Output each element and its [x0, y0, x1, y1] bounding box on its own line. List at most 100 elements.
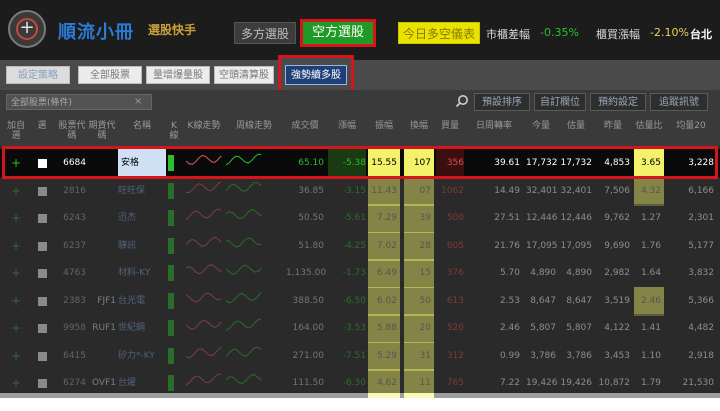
today-volume: 19,426	[526, 378, 558, 388]
checkbox-box[interactable]	[38, 324, 47, 333]
column-header-4[interactable]: 名稱	[118, 121, 166, 131]
preset-settings-button[interactable]: 預約設定	[590, 93, 646, 111]
column-header-16[interactable]: 昨量	[596, 121, 630, 131]
column-header-2[interactable]: 股票代碼	[58, 121, 86, 141]
candle-icon	[168, 320, 174, 336]
candle-icon	[168, 265, 174, 281]
today-dashboard-button[interactable]: 今日多空儀表	[398, 22, 480, 44]
add-watchlist-button[interactable]: +	[6, 204, 26, 233]
buy-volume-value: 520	[446, 323, 464, 333]
stock-name: 材料-KY	[118, 268, 151, 278]
add-watchlist-button[interactable]: +	[6, 232, 26, 261]
add-watchlist-button[interactable]: +	[6, 314, 26, 343]
column-header-18[interactable]: 均量20	[668, 121, 714, 131]
table-row[interactable]: +6415 矽力*-KY 271.00 -7.51 5.29 31 312 0.99 3,786…	[0, 341, 720, 371]
long-stock-button[interactable]: 多方選股	[234, 22, 296, 44]
row-checkbox[interactable]	[32, 287, 52, 316]
kline-trend-spark	[185, 204, 222, 233]
table-row[interactable]: +2383 FJF1 台光電 388.50 -6.50 6.02 50 613 2.53 8,64…	[0, 286, 720, 316]
column-header-14[interactable]: 今量	[526, 121, 556, 131]
checkbox-box[interactable]	[38, 214, 47, 223]
price-value: 51.80	[298, 240, 324, 251]
column-header-6[interactable]: K線走勢	[186, 121, 222, 131]
short-stock-button[interactable]: 空方選股	[303, 22, 373, 44]
estimate-ratio: 2.46	[634, 286, 664, 316]
otc-change-value: -2.10%	[650, 26, 689, 39]
column-header-7[interactable]: 周線走勢	[226, 121, 282, 131]
today-volume: 17,095	[526, 240, 558, 251]
tab-strategy-setting[interactable]: 設定策略	[6, 66, 70, 84]
column-header-0[interactable]: 加自選	[6, 121, 26, 141]
row-checkbox[interactable]	[32, 232, 52, 261]
tab-short-clear[interactable]: 空頭清算股	[214, 66, 274, 84]
price-value: 111.50	[292, 378, 325, 388]
table-row[interactable]: +9958 RUF1 世紀鋼 164.00 -3.53 5.88 20 520 2.46 5,80…	[0, 314, 720, 343]
column-header-15[interactable]: 估量	[560, 121, 592, 131]
amplitude-value: 6.02	[368, 286, 400, 316]
daily-turnover-rate: 2.53	[499, 295, 520, 306]
tab-all-stocks[interactable]: 全部股票	[78, 66, 142, 84]
column-header-9[interactable]: 漲幅	[328, 121, 366, 131]
tab-volume-surge[interactable]: 量增爆量股	[146, 66, 210, 84]
row-checkbox[interactable]	[32, 369, 52, 398]
custom-columns-button[interactable]: 自訂欄位	[534, 93, 586, 111]
price-value: 388.50	[292, 295, 325, 306]
weekly-trend-spark	[225, 342, 282, 371]
tab-strong-continue[interactable]: 強勢續多股	[285, 65, 347, 85]
logo-icon	[8, 10, 46, 48]
yesterday-volume: 9,690	[604, 240, 630, 251]
row-checkbox[interactable]	[32, 204, 52, 233]
column-header-5[interactable]: K線	[168, 121, 180, 141]
stock-name: 台光電	[118, 295, 146, 306]
stock-filter-select[interactable]: 全部股票(條件)	[6, 94, 152, 110]
checkbox-box[interactable]	[38, 296, 47, 306]
daily-turnover-rate: 14.49	[494, 185, 520, 196]
column-header-11[interactable]: 換幅	[404, 121, 434, 131]
future-code	[88, 259, 116, 288]
add-watchlist-button[interactable]: +	[6, 287, 26, 316]
checkbox-box[interactable]	[38, 351, 47, 361]
add-watchlist-button[interactable]: +	[6, 259, 26, 288]
table-row[interactable]: +6274 OVF1 台燿 111.50 -6.30 4.62 11 765 7.22 19,42…	[0, 369, 720, 398]
stock-code: 2816	[63, 185, 86, 196]
row-checkbox[interactable]	[32, 314, 52, 343]
column-header-13[interactable]: 日周轉率	[468, 121, 520, 131]
add-watchlist-button[interactable]: +	[6, 369, 26, 398]
column-header-3[interactable]: 期貨代碼	[88, 121, 116, 141]
add-watchlist-button[interactable]: +	[6, 342, 26, 371]
table-row[interactable]: +6243 迅杰 50.50 -5.61 7.29 39 500 27.51 12,446 12,…	[0, 204, 720, 233]
row-checkbox[interactable]	[32, 342, 52, 371]
future-code	[88, 232, 116, 261]
checkbox-box[interactable]	[38, 379, 47, 388]
table-row[interactable]: +4763 材料-KY 1,135.00 -1.73 6.49 15 376 5.70 4,89…	[0, 259, 720, 288]
stock-code: 2383	[63, 295, 86, 306]
amplitude-value: 4.62	[368, 369, 400, 398]
checkbox-box[interactable]	[38, 241, 47, 251]
search-icon[interactable]	[455, 94, 469, 108]
selected-row-highlight	[2, 146, 718, 179]
column-header-8[interactable]: 成交價	[286, 121, 324, 131]
table-row[interactable]: +6237 驊訊 51.80 -4.25 7.02 28 605 21.76 17,095 17,…	[0, 231, 720, 261]
amplitude-value: 11.43	[368, 176, 400, 206]
stock-code: 6237	[63, 240, 86, 251]
weekly-trend-spark	[225, 369, 282, 398]
turnover-value: 50	[404, 286, 434, 316]
buy-volume-value: 500	[446, 213, 464, 223]
column-header-17[interactable]: 估量比	[634, 121, 664, 131]
change-value: -6.50	[342, 295, 366, 306]
checkbox-box[interactable]	[38, 269, 47, 278]
column-header-10[interactable]: 振幅	[368, 121, 400, 131]
table-row[interactable]: +2816 旺旺保 36.85 -3.15 11.43 07 1062 14.49 32,401…	[0, 176, 720, 206]
column-header-12[interactable]: 買量	[436, 121, 464, 131]
track-signal-button[interactable]: 追蹤訊號	[650, 93, 708, 111]
default-sort-button[interactable]: 預設排序	[474, 93, 530, 111]
turnover-value: 11	[404, 369, 434, 398]
add-watchlist-button[interactable]: +	[6, 177, 26, 206]
clear-filter-icon[interactable]: ×	[134, 94, 142, 110]
daily-turnover-rate: 7.22	[499, 378, 520, 388]
row-checkbox[interactable]	[32, 177, 52, 206]
column-header-1[interactable]: 選	[32, 121, 52, 131]
brand-title: 順流小冊	[58, 22, 134, 43]
row-checkbox[interactable]	[32, 259, 52, 288]
checkbox-box[interactable]	[38, 186, 47, 196]
